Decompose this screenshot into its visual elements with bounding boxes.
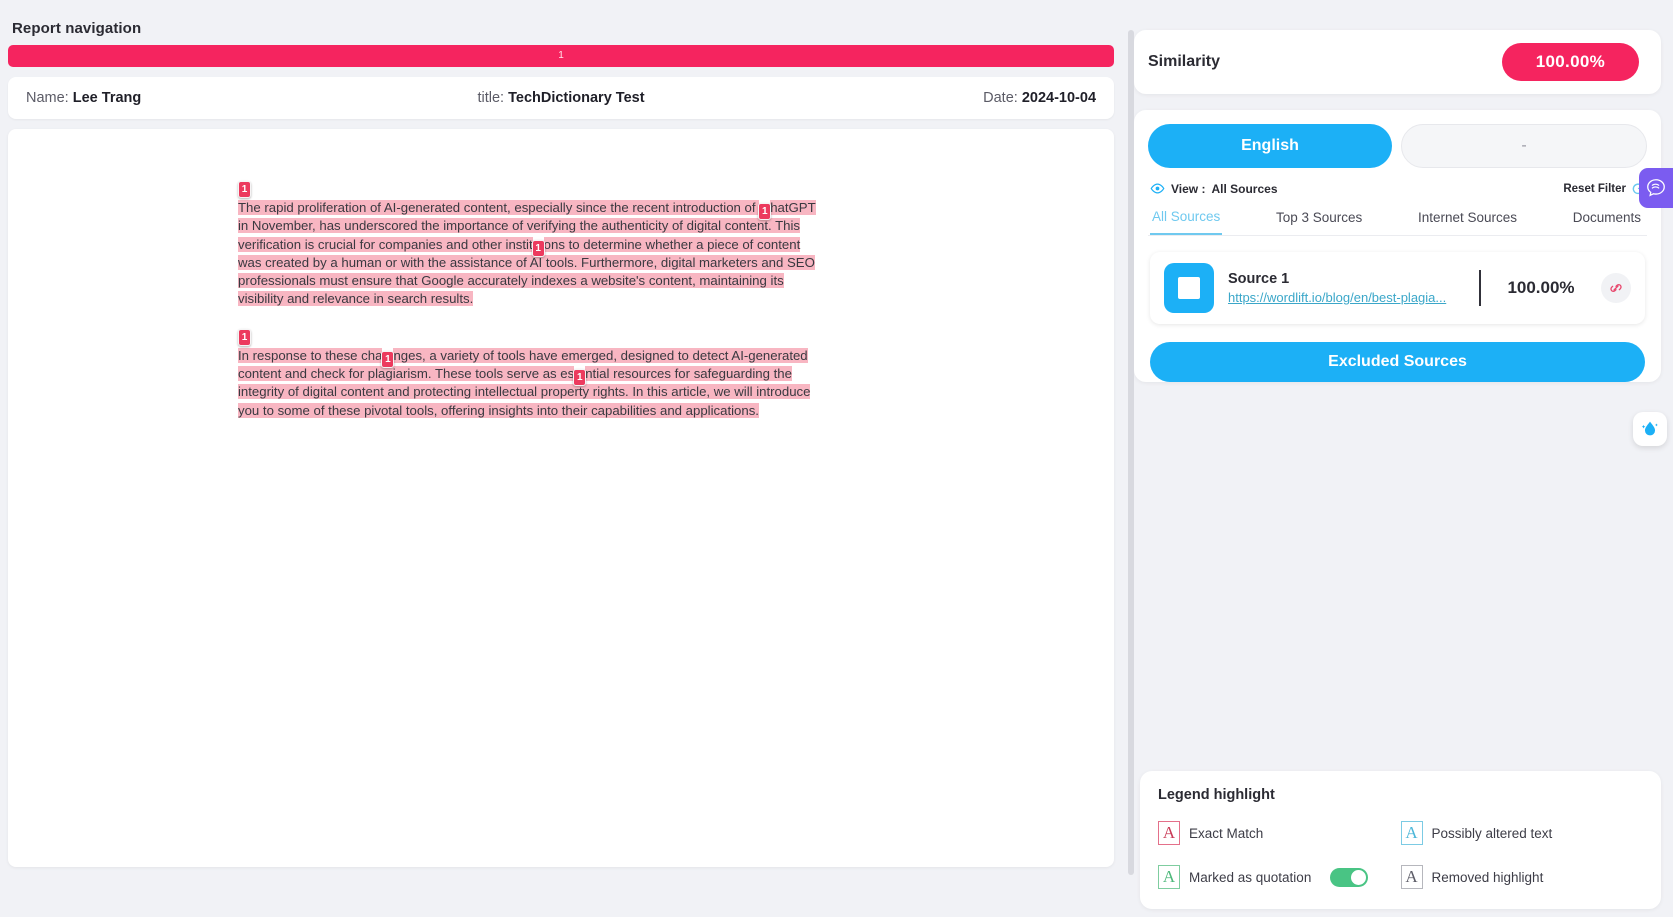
document-meta-bar: Name: Lee Trang title: TechDictionary Te… xyxy=(8,77,1114,119)
legend-item-removed-highlight[interactable]: A Removed highlight xyxy=(1400,865,1644,889)
view-filter-row: View : All Sources Reset Filter xyxy=(1148,181,1647,196)
legend-label: Marked as quotation xyxy=(1189,869,1312,885)
panel-scrollbar[interactable] xyxy=(1128,30,1134,875)
meta-title-value: TechDictionary Test xyxy=(508,90,645,106)
language-tab-row: English - xyxy=(1148,124,1647,168)
meta-title: title: TechDictionary Test xyxy=(383,90,740,106)
reset-filter-button[interactable]: Reset Filter xyxy=(1563,182,1645,196)
exact-match-swatch-icon: A xyxy=(1158,821,1180,845)
source-list: Source 1 https://wordlift.io/blog/en/bes… xyxy=(1148,236,1647,382)
tab-top-3-sources[interactable]: Top 3 Sources xyxy=(1274,206,1364,234)
report-navigation-bar[interactable]: 1 xyxy=(8,45,1114,67)
tab-all-sources[interactable]: All Sources xyxy=(1150,205,1223,235)
legend-label: Possibly altered text xyxy=(1431,825,1553,841)
language-tab-secondary[interactable]: - xyxy=(1401,124,1647,168)
possibly-altered-swatch-icon: A xyxy=(1400,821,1423,845)
inline-source-badge[interactable]: 1 xyxy=(381,350,395,368)
sources-right-pane: Similarity 100.00% English - View : All … xyxy=(1128,0,1673,917)
meta-name: Name: Lee Trang xyxy=(26,90,383,106)
source-divider xyxy=(1479,270,1481,306)
report-left-pane: Report navigation 1 Name: Lee Trang titl… xyxy=(0,0,1128,917)
excluded-sources-button[interactable]: Excluded Sources xyxy=(1150,342,1645,382)
navigation-marker[interactable]: 1 xyxy=(558,47,564,65)
meta-name-value: Lee Trang xyxy=(72,90,142,106)
legend-label: Removed highlight xyxy=(1431,869,1544,885)
highlighted-text[interactable]: In response to these cha xyxy=(238,347,383,363)
similarity-label: Similarity xyxy=(1148,53,1221,70)
source-badge-number: 1 xyxy=(238,181,251,199)
source-url-link[interactable]: https://wordlift.io/blog/en/best-plagia.… xyxy=(1228,290,1465,305)
legend-item-possibly-altered[interactable]: A Possibly altered text xyxy=(1400,821,1644,845)
eye-icon xyxy=(1150,183,1165,194)
tab-documents[interactable]: Documents xyxy=(1571,206,1643,234)
legend-label: Exact Match xyxy=(1189,825,1264,841)
meta-name-label: Name: xyxy=(26,90,69,106)
list-item[interactable]: Source 1 https://wordlift.io/blog/en/bes… xyxy=(1150,252,1645,324)
view-selector[interactable]: View : All Sources xyxy=(1150,181,1278,196)
language-tab-english[interactable]: English xyxy=(1148,124,1392,168)
view-label: View : xyxy=(1171,181,1206,196)
source-match-percent: 100.00% xyxy=(1507,278,1575,297)
legend-item-exact-match[interactable]: A Exact Match xyxy=(1158,821,1401,845)
source-info: Source 1 https://wordlift.io/blog/en/bes… xyxy=(1228,271,1465,305)
source-title: Source 1 xyxy=(1228,271,1290,287)
document-viewer: 1 The rapid proliferation of AI-generated… xyxy=(8,129,1114,867)
paragraph-source-badge[interactable]: 1 xyxy=(238,328,251,346)
plagiarism-report-app: Report navigation 1 Name: Lee Trang titl… xyxy=(0,0,1673,917)
source-thumbnail-icon xyxy=(1164,263,1214,313)
document-paragraph[interactable]: 1 The rapid proliferation of AI-generated… xyxy=(238,181,823,309)
meta-title-label: title: xyxy=(477,90,505,106)
water-drop-icon[interactable] xyxy=(1633,412,1667,446)
legend-title: Legend highlight xyxy=(1158,787,1275,803)
removed-highlight-swatch-icon: A xyxy=(1400,865,1423,889)
marked-quotation-swatch-icon: A xyxy=(1158,865,1180,889)
chat-bubble-icon[interactable] xyxy=(1639,168,1673,208)
inline-source-badge[interactable]: 1 xyxy=(573,369,587,387)
sources-card: English - View : All Sources Reset Filte… xyxy=(1134,110,1661,382)
reset-filter-label: Reset Filter xyxy=(1563,182,1626,195)
view-value: All Sources xyxy=(1211,181,1278,196)
inline-source-badge[interactable]: 1 xyxy=(531,239,545,257)
paragraph-source-badge[interactable]: 1 xyxy=(238,180,251,199)
legend-item-marked-quotation[interactable]: A Marked as quotation xyxy=(1158,865,1401,889)
inline-source-badge[interactable]: 1 xyxy=(758,203,772,221)
water-drop-glyph-icon xyxy=(1641,421,1658,436)
broken-link-icon xyxy=(1610,284,1622,292)
meta-date-value: 2024-10-04 xyxy=(1021,90,1097,106)
similarity-value-badge: 100.00% xyxy=(1501,43,1639,81)
marked-quotation-toggle[interactable] xyxy=(1330,867,1369,887)
remove-source-button[interactable] xyxy=(1601,273,1631,303)
similarity-card: Similarity 100.00% xyxy=(1134,30,1661,94)
legend-grid: A Exact Match A Possibly altered text A … xyxy=(1158,821,1643,889)
source-badge-number: 1 xyxy=(238,328,251,346)
source-filter-tabs: All Sources Top 3 Sources Internet Sourc… xyxy=(1148,205,1647,236)
meta-date-label: Date: xyxy=(983,90,1018,106)
chat-bubble-glyph-icon xyxy=(1647,179,1665,197)
document-page: 1 The rapid proliferation of AI-generated… xyxy=(8,129,1114,420)
report-navigation-title: Report navigation xyxy=(12,20,142,37)
meta-date: Date: 2024-10-04 xyxy=(739,90,1096,106)
legend-card: Legend highlight A Exact Match A Possibl… xyxy=(1140,771,1661,909)
document-paragraph[interactable]: 1 In response to these cha 1 nges, a variet… xyxy=(238,328,823,420)
highlighted-text[interactable]: The rapid proliferation of AI-generated … xyxy=(238,200,760,215)
tab-internet-sources[interactable]: Internet Sources xyxy=(1416,206,1519,234)
